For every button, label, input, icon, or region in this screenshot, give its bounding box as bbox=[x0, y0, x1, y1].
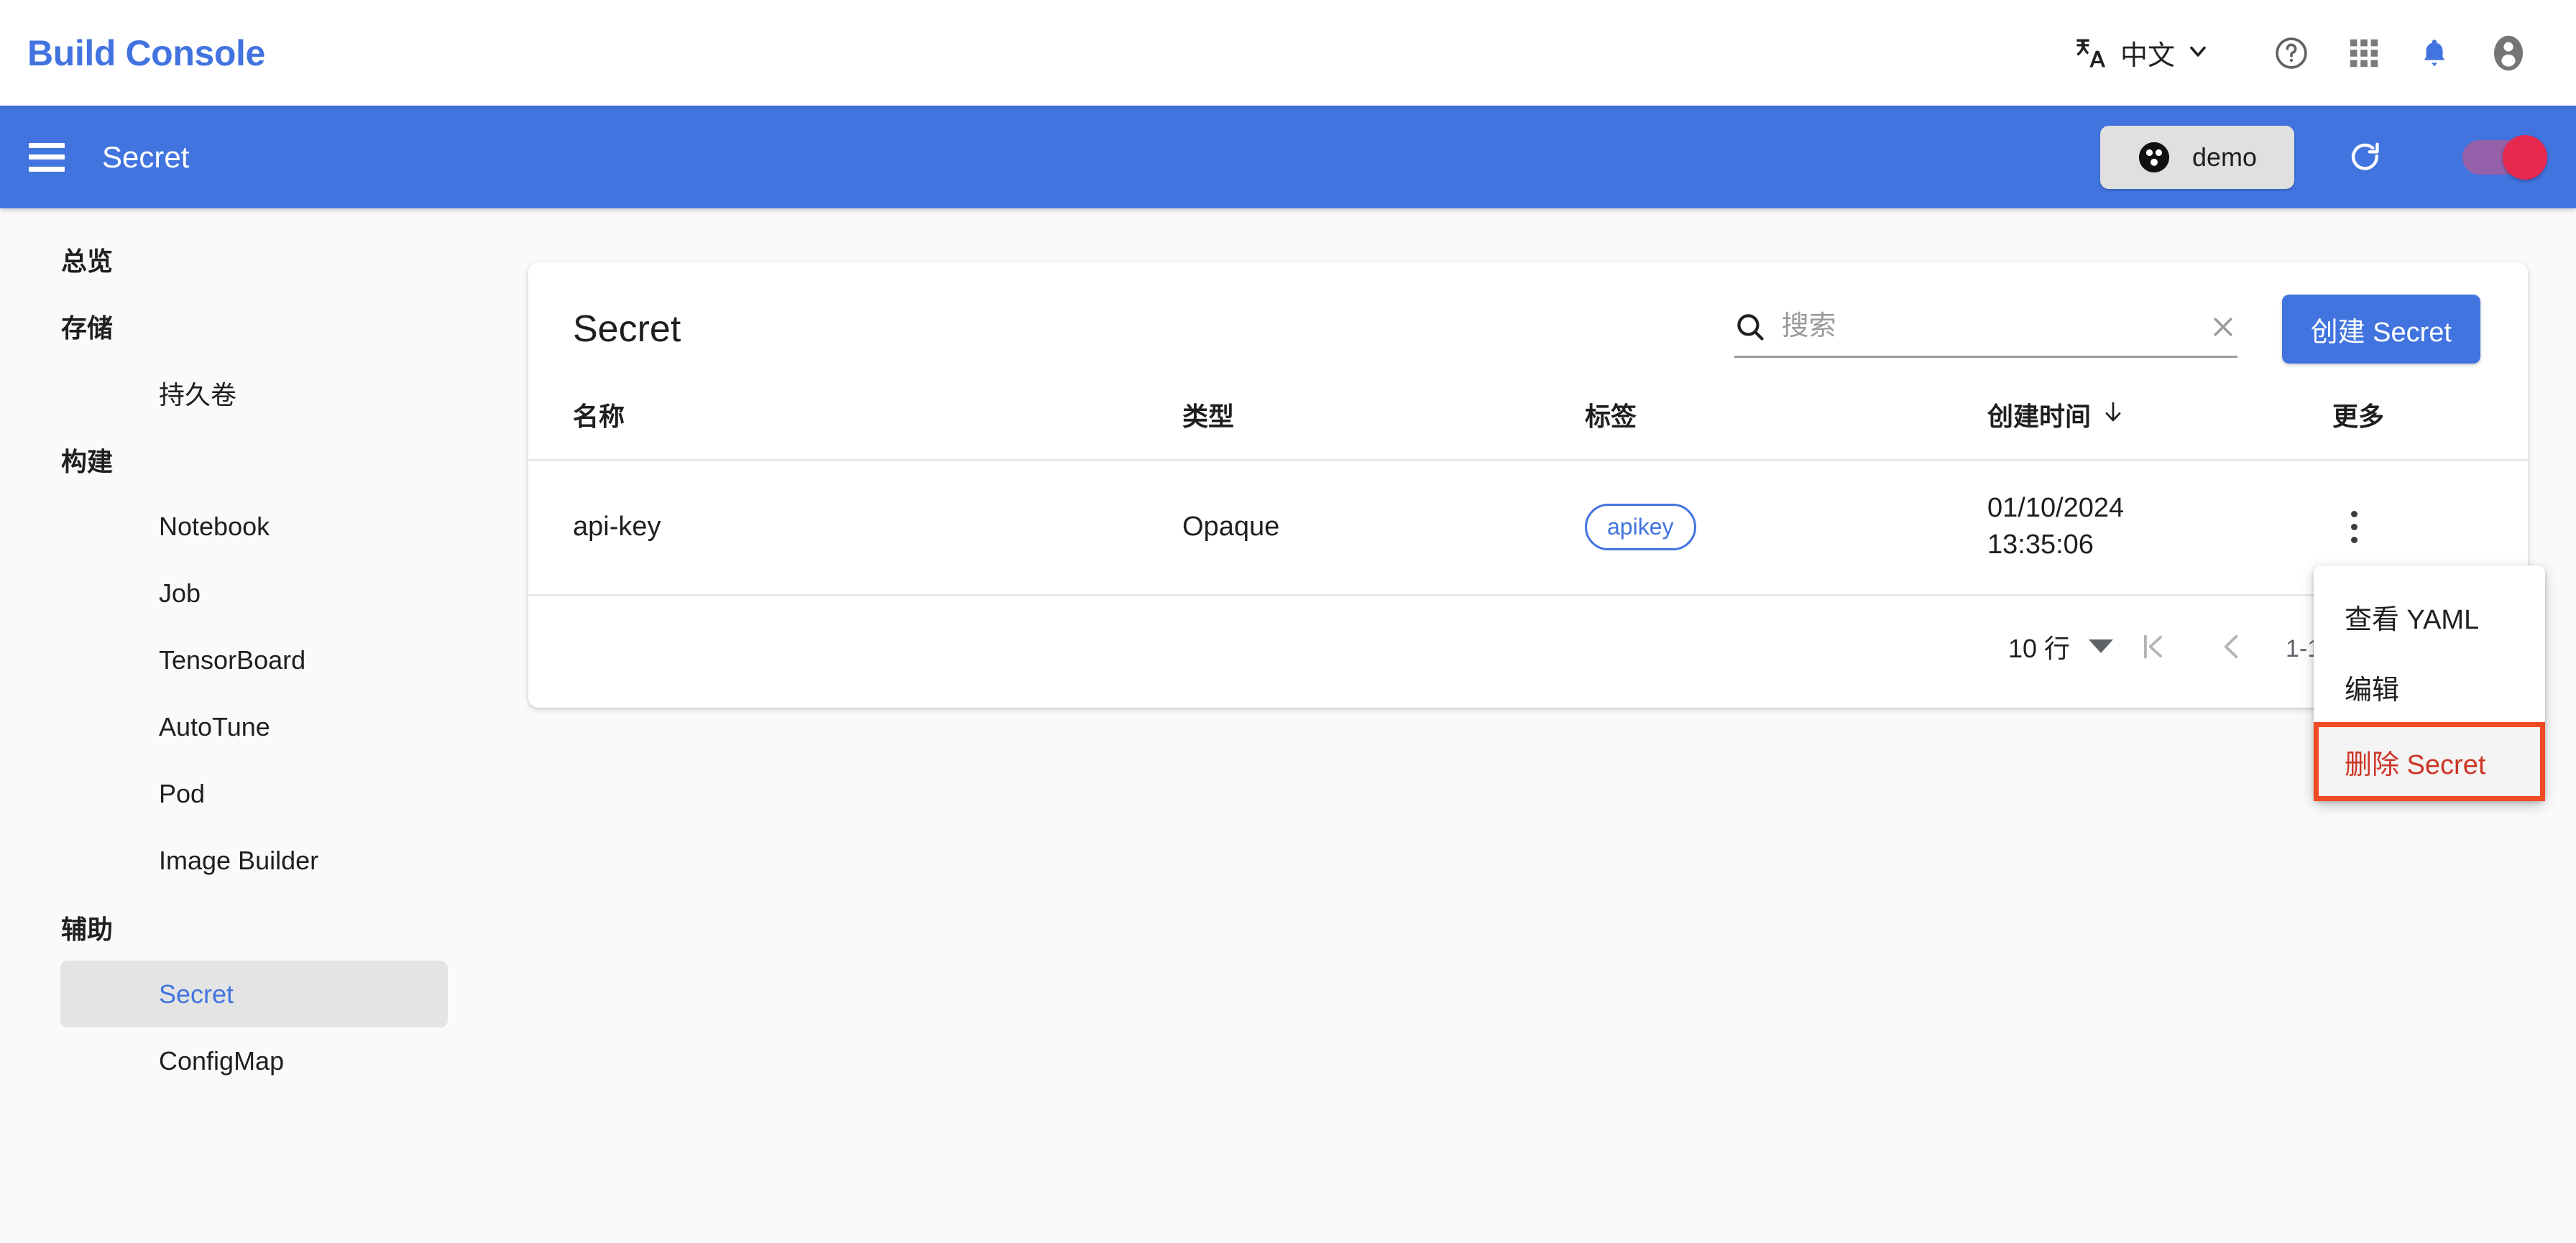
apps-grid-icon bbox=[2347, 37, 2380, 70]
cell-type: Opaque bbox=[1182, 460, 1585, 596]
sidebar-item-overview[interactable]: 总览 bbox=[0, 226, 528, 292]
namespace-icon bbox=[2138, 141, 2171, 174]
app-title: Build Console bbox=[27, 32, 265, 73]
search-field[interactable] bbox=[1734, 300, 2237, 358]
menu-item-delete-secret[interactable]: 删除 Secret bbox=[2314, 722, 2545, 801]
namespace-selector[interactable]: demo bbox=[2099, 125, 2294, 189]
account-button[interactable] bbox=[2470, 19, 2547, 88]
secret-list-card: Secret 创建 Secret 名称 类型 标签 bbox=[528, 262, 2528, 708]
page-title: Secret bbox=[102, 139, 190, 174]
cell-name: api-key bbox=[528, 460, 1182, 596]
table-header: 名称 类型 标签 创建时间 更多 bbox=[528, 396, 2528, 461]
hamburger-menu-icon[interactable] bbox=[29, 142, 65, 172]
kebab-dot bbox=[2350, 510, 2358, 517]
sidebar-item-pod[interactable]: Pod bbox=[60, 760, 448, 827]
account-circle-icon bbox=[2488, 33, 2529, 73]
column-header-created-time[interactable]: 创建时间 bbox=[1987, 396, 2332, 461]
menu-item-edit[interactable]: 编辑 bbox=[2314, 652, 2545, 722]
table-pagination: 10 行 1-1 总计 1 bbox=[528, 596, 2528, 697]
row-actions-menu: 查看 YAML 编辑 删除 Secret bbox=[2314, 565, 2545, 801]
help-button[interactable] bbox=[2254, 19, 2329, 88]
namespace-label: demo bbox=[2191, 142, 2257, 172]
hamburger-bar bbox=[29, 142, 65, 148]
column-header-created-time-label: 创建时间 bbox=[1987, 402, 2092, 431]
chevron-down-icon bbox=[2185, 38, 2211, 68]
sidebar-item-persistent-volume[interactable]: 持久卷 bbox=[60, 359, 448, 426]
hamburger-bar bbox=[29, 166, 65, 172]
language-label: 中文 bbox=[2120, 41, 2175, 71]
sidebar-section-storage[interactable]: 存储 bbox=[0, 292, 528, 359]
bell-icon bbox=[2418, 34, 2451, 72]
table-body: api-key Opaque apikey 01/10/2024 13:35:0… bbox=[528, 460, 2528, 596]
search-input[interactable] bbox=[1781, 311, 2209, 342]
previous-page-button[interactable] bbox=[2192, 631, 2271, 662]
create-secret-button[interactable]: 创建 Secret bbox=[2281, 295, 2480, 364]
table-row[interactable]: api-key Opaque apikey 01/10/2024 13:35:0… bbox=[528, 460, 2528, 596]
column-header-type[interactable]: 类型 bbox=[1182, 396, 1585, 461]
page-toolbar: Secret demo bbox=[0, 106, 2576, 208]
kebab-dot bbox=[2350, 536, 2358, 543]
first-page-icon bbox=[2137, 631, 2168, 662]
sidebar-item-image-builder[interactable]: Image Builder bbox=[60, 827, 448, 894]
sidebar-navigation: 总览 存储 持久卷 构建 Notebook Job TensorBoard Au… bbox=[0, 208, 528, 1243]
close-icon[interactable] bbox=[2209, 313, 2237, 341]
toggle-knob bbox=[2503, 134, 2547, 180]
created-date: 01/10/2024 bbox=[1987, 493, 2125, 523]
sidebar-section-auxiliary[interactable]: 辅助 bbox=[0, 894, 528, 961]
card-header: Secret 创建 Secret bbox=[528, 262, 2528, 396]
notifications-button[interactable] bbox=[2399, 19, 2470, 88]
sidebar-section-build[interactable]: 构建 bbox=[0, 426, 528, 493]
sidebar-item-job[interactable]: Job bbox=[60, 560, 448, 627]
app-header: Build Console 中文 bbox=[0, 0, 2576, 106]
column-header-label[interactable]: 标签 bbox=[1585, 396, 1987, 461]
previous-page-icon bbox=[2216, 631, 2248, 662]
help-circle-icon bbox=[2273, 34, 2310, 72]
first-page-button[interactable] bbox=[2113, 631, 2192, 662]
language-selector[interactable]: 中文 bbox=[2057, 19, 2227, 88]
cell-label: apikey bbox=[1585, 460, 1987, 596]
header-actions: 中文 bbox=[2057, 19, 2576, 88]
refresh-icon bbox=[2347, 139, 2383, 175]
chevron-down-icon bbox=[2089, 639, 2114, 654]
card-title: Secret bbox=[573, 308, 681, 350]
sidebar-item-tensorboard[interactable]: TensorBoard bbox=[60, 627, 448, 693]
cell-created-time: 01/10/2024 13:35:06 bbox=[1987, 460, 2332, 596]
sidebar-item-configmap[interactable]: ConfigMap bbox=[60, 1027, 448, 1094]
apps-button[interactable] bbox=[2329, 19, 2399, 88]
created-clock: 13:35:06 bbox=[1987, 530, 2094, 560]
translate-icon bbox=[2073, 34, 2110, 72]
search-icon bbox=[1734, 311, 1782, 343]
menu-item-view-yaml[interactable]: 查看 YAML bbox=[2314, 581, 2545, 652]
sidebar-item-secret[interactable]: Secret bbox=[60, 961, 448, 1027]
column-header-name[interactable]: 名称 bbox=[528, 396, 1182, 461]
sidebar-item-notebook[interactable]: Notebook bbox=[60, 493, 448, 560]
hamburger-bar bbox=[29, 154, 65, 160]
table-header-row: 名称 类型 标签 创建时间 更多 bbox=[528, 396, 2528, 461]
theme-toggle[interactable] bbox=[2462, 134, 2552, 180]
toolbar-actions: demo bbox=[2099, 125, 2576, 189]
rows-per-page-label: 10 行 bbox=[2008, 633, 2071, 663]
arrow-down-icon bbox=[2101, 399, 2125, 430]
label-chip[interactable]: apikey bbox=[1585, 503, 1696, 550]
column-header-more: 更多 bbox=[2332, 396, 2528, 461]
refresh-button[interactable] bbox=[2347, 139, 2383, 175]
kebab-dot bbox=[2350, 523, 2358, 530]
sidebar-item-autotune[interactable]: AutoTune bbox=[60, 693, 448, 760]
kebab-menu-icon[interactable] bbox=[2332, 505, 2375, 548]
secret-table: 名称 类型 标签 创建时间 更多 api-key Opaque apikey 0… bbox=[528, 396, 2528, 596]
rows-per-page-selector[interactable]: 10 行 bbox=[2008, 628, 2114, 665]
